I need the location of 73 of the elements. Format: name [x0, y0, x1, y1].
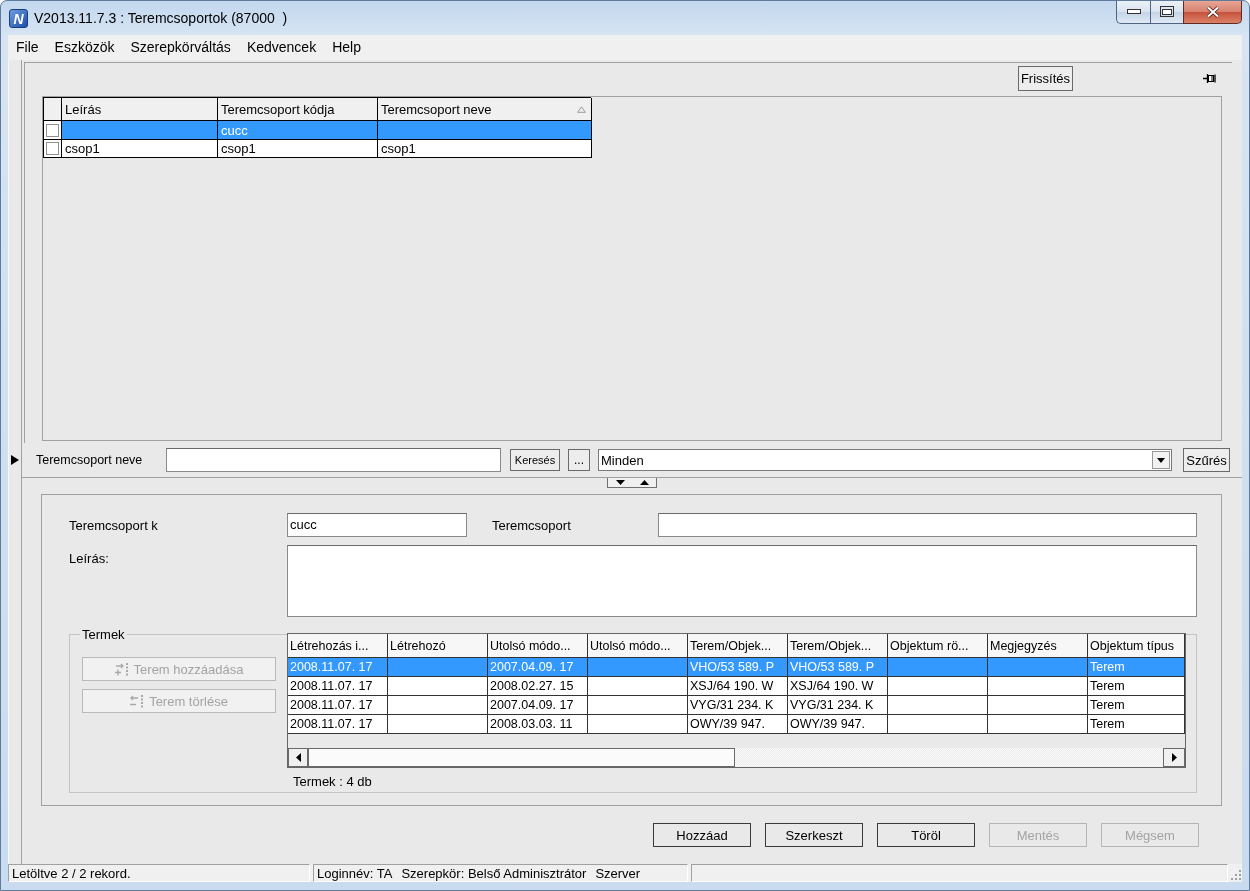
field-label: Teremcsoport k	[69, 517, 158, 533]
search-button[interactable]: Keresés	[510, 449, 560, 471]
pin-icon[interactable]	[1203, 73, 1216, 84]
table-cell: csop1	[218, 140, 378, 158]
menu-item[interactable]: Szerepkörváltás	[122, 37, 239, 58]
column-header[interactable]: Teremcsoport kódja	[218, 98, 378, 121]
down-triangle-icon	[615, 480, 625, 485]
description-field[interactable]	[287, 545, 1197, 617]
maximize-icon	[1160, 6, 1174, 17]
edit-button[interactable]: Szerkeszt	[765, 823, 863, 847]
column-header[interactable]: Terem/Objek...	[688, 634, 788, 658]
table-cell: csop1	[378, 140, 592, 158]
column-header[interactable]: Utolsó módo...	[588, 634, 688, 658]
menu-item[interactable]: File	[8, 37, 47, 58]
scroll-right-button[interactable]	[1163, 748, 1185, 767]
table-row[interactable]: 2008.11.07. 17 2008.02.27. 15 XSJ/64 190. W XSJ/64 190. W Terem	[288, 677, 1185, 696]
table-cell: csop1	[62, 140, 218, 158]
column-header[interactable]: Létrehozó	[388, 634, 488, 658]
refresh-button[interactable]: Frissítés	[1017, 66, 1073, 91]
column-header[interactable]: Megjegyzés	[988, 634, 1088, 658]
arrow-right-icon[interactable]	[11, 455, 19, 465]
search-field[interactable]	[166, 448, 501, 472]
minimize-icon	[1126, 9, 1141, 14]
record-count: Termek : 4 db	[292, 774, 372, 789]
column-header[interactable]: Utolsó módo...	[488, 634, 588, 658]
table-row[interactable]: csop1 csop1 csop1	[62, 140, 592, 158]
status-text: Loginnév: TA	[317, 865, 393, 881]
maximize-button[interactable]	[1150, 1, 1183, 24]
menu-item[interactable]: Eszközök	[46, 37, 123, 58]
column-header[interactable]: Terem/Objek...	[788, 634, 888, 658]
table-cell: 2008.03.03. 11	[488, 715, 588, 734]
minimize-button[interactable]	[1116, 1, 1150, 24]
column-header[interactable]: Objektum rö...	[888, 634, 988, 658]
field-label: Teremcsoport neve	[36, 453, 143, 467]
sort-arrow-icon	[577, 105, 586, 113]
status-text: Szerepkör: Belső Adminisztrátor	[401, 865, 587, 881]
window-title: V2013.11.7.3 : Teremcsoportok (87000 )	[34, 10, 288, 27]
menu-item[interactable]: Kedvencek	[238, 37, 325, 58]
filter-button[interactable]: Szűrés	[1183, 448, 1230, 472]
code-field[interactable]: cucc	[287, 513, 467, 537]
column-header[interactable]: Objektum típus	[1088, 634, 1185, 658]
field-label: Teremcsoport	[492, 517, 571, 533]
column-header[interactable]: Leírás	[62, 98, 218, 121]
table-cell: Terem	[1088, 715, 1185, 734]
status-text: Szerver	[595, 865, 641, 881]
splitter-button[interactable]	[607, 478, 657, 488]
add-list-icon	[114, 662, 129, 676]
group-title: Termek	[81, 627, 126, 642]
up-triangle-icon	[639, 480, 649, 485]
remove-list-icon	[130, 694, 145, 708]
status-text: Letöltve 2 / 2 rekord.	[12, 865, 131, 881]
table-cell: 2008.11.07. 17	[288, 715, 388, 734]
browse-button[interactable]: ...	[568, 449, 590, 471]
arrow-right-icon	[1171, 753, 1177, 762]
resize-grip-icon	[1231, 870, 1241, 880]
table-cell: OWY/39 947.	[688, 715, 788, 734]
field-label: Leírás:	[69, 551, 109, 566]
column-header[interactable]: Teremcsoport neve	[378, 98, 592, 121]
table-row[interactable]: 2008.11.07. 17 2008.03.03. 11 OWY/39 947. OWY/39 947. Terem	[288, 715, 1185, 734]
scroll-left-button[interactable]	[288, 748, 308, 767]
scroll-thumb[interactable]	[308, 748, 735, 767]
app-logo: N	[9, 9, 28, 28]
filter-select[interactable]: Minden	[598, 449, 1172, 471]
table-cell: OWY/39 947.	[788, 715, 888, 734]
table-row[interactable]: 2008.11.07. 17 2007.04.09. 17 VYG/31 234. K VYG/31 234. K Terem	[288, 696, 1185, 715]
close-button[interactable]	[1183, 1, 1242, 24]
close-icon	[1205, 5, 1220, 18]
name-field[interactable]	[658, 513, 1197, 537]
delete-button[interactable]: Töröl	[877, 823, 975, 847]
menu-item[interactable]: Help	[324, 37, 369, 58]
column-header[interactable]: Létrehozás i...	[288, 634, 388, 658]
add-button[interactable]: Hozzáad	[653, 823, 751, 847]
arrow-left-icon	[295, 753, 301, 762]
